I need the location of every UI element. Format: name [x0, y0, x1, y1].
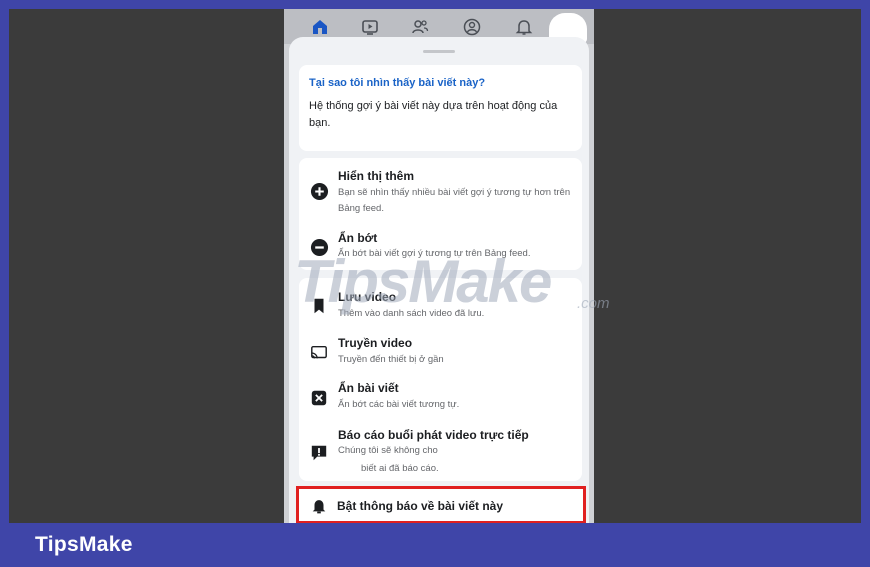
feed-options-card: Hiển thị thêm Bạn sẽ nhìn thấy nhiều bài… [299, 158, 582, 270]
report-icon [309, 443, 329, 463]
report-live-subtitle-2: biết ai đã báo cáo. [361, 463, 439, 474]
why-body: Hệ thống gợi ý bài viết này dựa trên hoạ… [309, 100, 558, 129]
minus-circle-icon [309, 237, 329, 257]
turn-on-notifications-label: Bật thông báo về bài viết này [337, 499, 504, 513]
bell-filled-icon [309, 496, 329, 516]
save-video-subtitle: Thêm vào danh sách video đã lưu. [338, 308, 485, 319]
report-live-title: Báo cáo buổi phát video trực tiếp [338, 428, 529, 442]
why-card[interactable]: Tại sao tôi nhìn thấy bài viết này? Hệ t… [299, 65, 582, 151]
video-icon[interactable] [358, 16, 382, 38]
show-more-subtitle: Bạn sẽ nhìn thấy nhiều bài viết gợi ý tư… [338, 187, 571, 214]
bottom-sheet: Tại sao tôi nhìn thấy bài viết này? Hệ t… [289, 37, 589, 523]
plus-circle-icon [309, 181, 329, 201]
bookmark-icon [309, 296, 329, 316]
brand-label: TipsMake [35, 533, 133, 556]
show-less-title: Ẩn bớt [338, 231, 378, 245]
actions-card: Lưu video Thêm vào danh sách video đã lư… [299, 278, 582, 481]
friends-icon[interactable] [408, 16, 432, 38]
cast-icon [309, 343, 329, 363]
show-less-subtitle: Ẩn bớt bài viết gợi ý tương tự trên Bảng… [338, 248, 531, 259]
report-live-subtitle-1: Chúng tôi sẽ không cho [338, 445, 438, 456]
close-box-icon [309, 388, 329, 408]
phone-screen: Tại sao tôi nhìn thấy bài viết này? Hệ t… [284, 9, 594, 523]
profile-icon[interactable] [460, 16, 484, 38]
cast-video-title: Truyền video [338, 336, 413, 350]
sheet-grab-handle[interactable] [423, 50, 455, 53]
save-video-title: Lưu video [338, 290, 397, 304]
screenshot-stage: Tại sao tôi nhìn thấy bài viết này? Hệ t… [9, 9, 861, 523]
cast-video-subtitle: Truyền đến thiết bị ở gần [338, 354, 444, 365]
why-title[interactable]: Tại sao tôi nhìn thấy bài viết này? [309, 77, 485, 89]
hide-post-title: Ẩn bài viết [338, 381, 399, 395]
hide-post-subtitle: Ẩn bớt các bài viết tương tự. [338, 399, 460, 410]
footer-bar: TipsMake [9, 523, 861, 567]
turn-on-notifications-option[interactable]: Bật thông báo về bài viết này [296, 486, 586, 523]
home-icon[interactable] [308, 16, 332, 38]
show-more-title: Hiển thị thêm [338, 169, 415, 183]
bell-icon[interactable] [512, 16, 536, 38]
